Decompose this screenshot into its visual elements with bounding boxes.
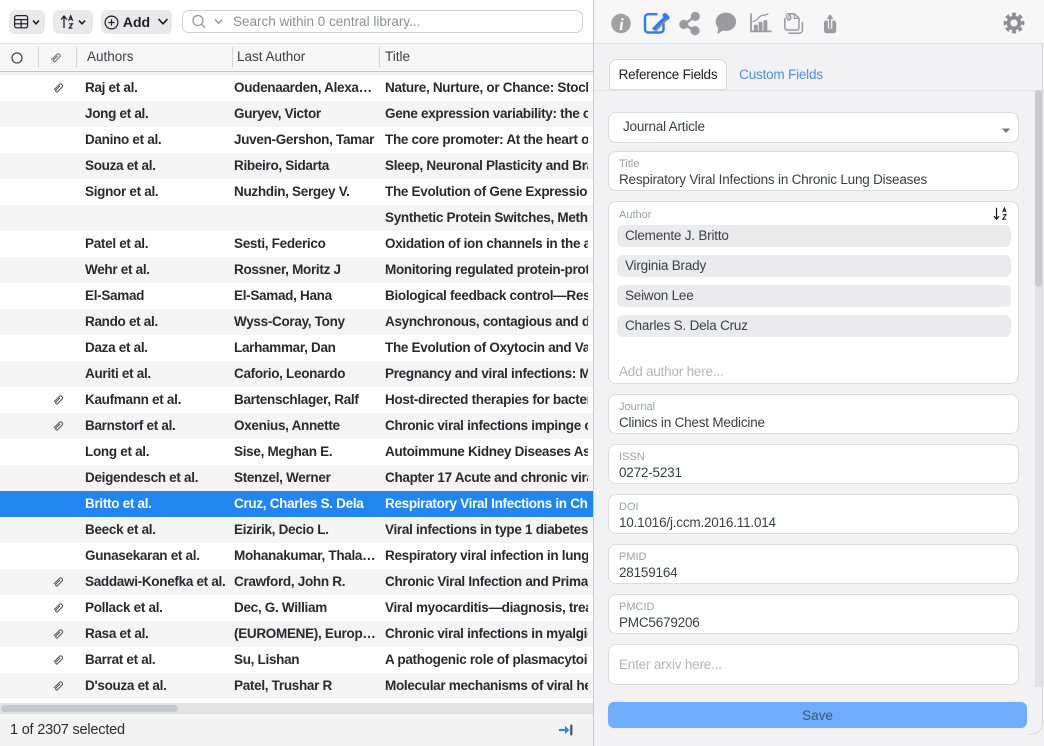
svg-text:i: i [619,15,624,34]
